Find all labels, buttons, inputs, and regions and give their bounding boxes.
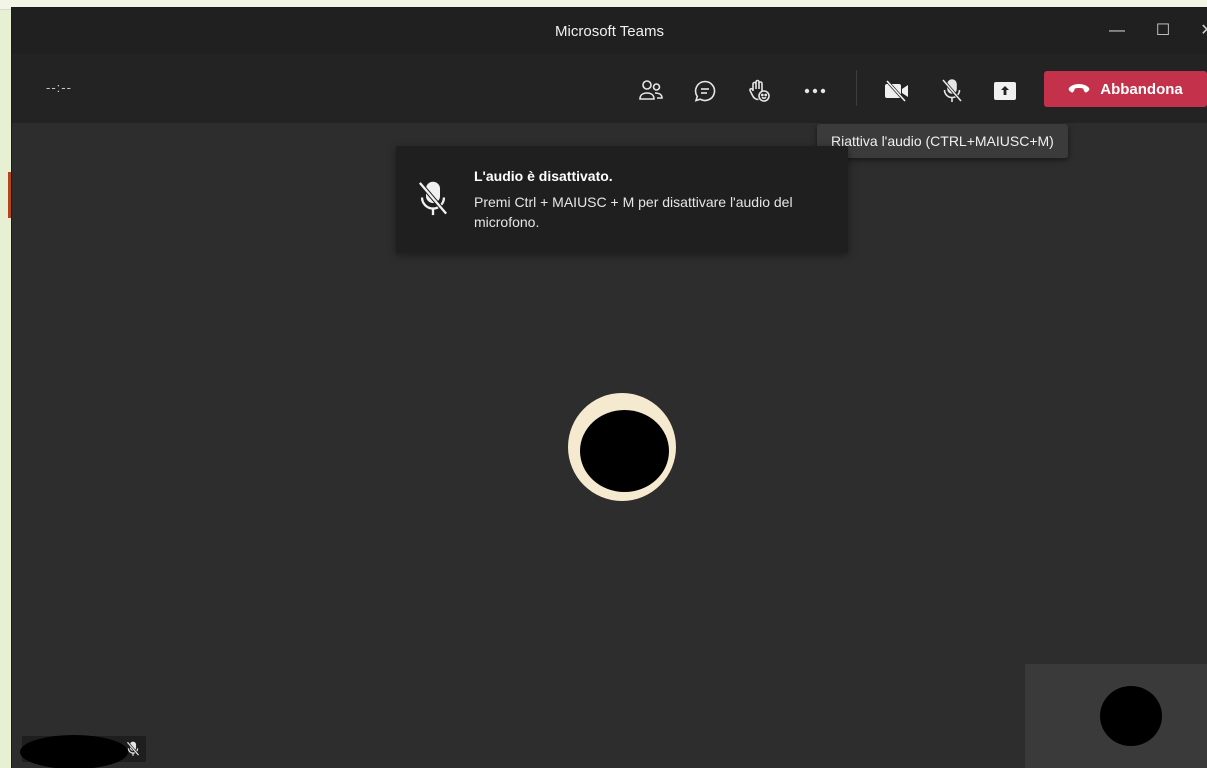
call-timer: --:-- [46,80,72,95]
unmute-tooltip: Riattiva l'audio (CTRL+MAIUSC+M) [817,124,1068,158]
people-button[interactable] [634,74,668,108]
more-actions-button[interactable] [798,74,832,108]
teams-window: Microsoft Teams — ☐ ✕ --:-- Abbandona Ri… [12,8,1207,768]
muted-notification: L'audio è disattivato. Premi Ctrl + MAIU… [396,146,848,253]
maximize-button[interactable]: ☐ [1150,20,1176,42]
share-screen-button[interactable] [988,74,1022,108]
more-icon [804,88,826,94]
video-off-icon [885,80,908,102]
phone-hangup-icon [1068,84,1090,93]
window-title: Microsoft Teams [555,23,664,40]
mic-off-icon [416,180,450,223]
minimize-button[interactable]: — [1104,20,1130,42]
mic-toggle-button[interactable] [935,74,969,108]
title-bar: Microsoft Teams — ☐ ✕ [12,8,1207,54]
leave-button-label: Abbandona [1100,80,1183,98]
close-button[interactable]: ✕ [1194,20,1207,42]
people-icon [639,80,663,100]
share-icon [994,82,1016,100]
redacted-name [20,735,128,768]
camera-toggle-button[interactable] [880,74,914,108]
raise-hand-button[interactable] [742,74,776,108]
self-avatar [1100,686,1162,746]
toolbar-separator [856,70,857,106]
mic-off-icon [126,741,140,762]
notification-title: L'audio è disattivato. [474,168,613,184]
mic-off-icon [941,79,963,102]
participant-avatar [580,410,669,492]
chat-icon [694,80,716,102]
notification-body: Premi Ctrl + MAIUSC + M per disattivare … [474,194,793,230]
participant-name-tag [20,735,146,768]
meeting-toolbar: --:-- Abbandona [12,54,1207,123]
chat-button[interactable] [688,74,722,108]
leave-button[interactable]: Abbandona [1044,71,1207,107]
raise-hand-icon [749,79,770,102]
self-view-tile[interactable] [1025,664,1207,768]
